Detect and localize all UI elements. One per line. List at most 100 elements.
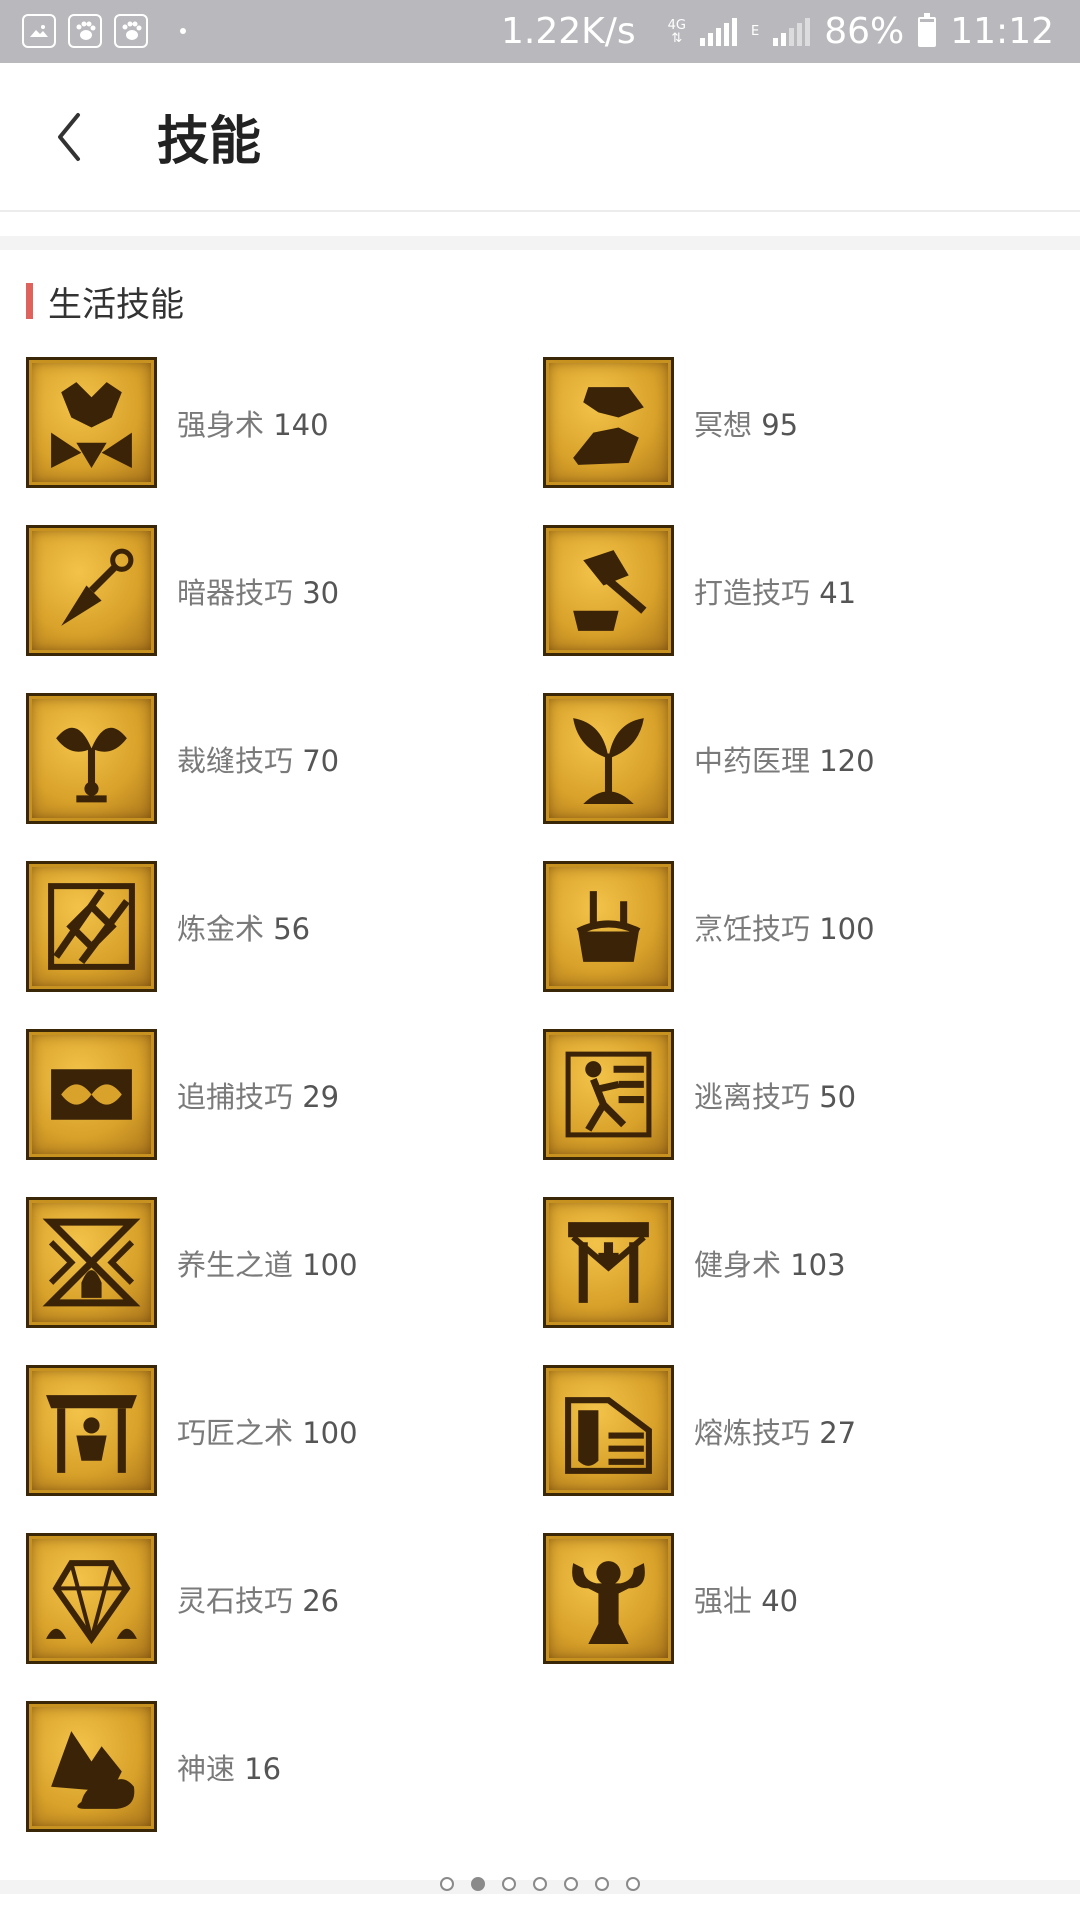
skill-level: 29: [302, 1079, 340, 1114]
cloud-speed-icon: [26, 1701, 157, 1832]
skill-item[interactable]: 烹饪技巧 100: [543, 861, 1060, 992]
chain-icon: [26, 1029, 157, 1160]
herb-sprout-icon: [543, 693, 674, 824]
skill-level: 140: [273, 407, 329, 442]
skill-item[interactable]: 强身术 140: [26, 357, 543, 488]
skill-label: 巧匠之术 100: [177, 1410, 358, 1452]
skill-item[interactable]: 暗器技巧 30: [26, 525, 543, 656]
skill-label: 健身术 103: [694, 1242, 846, 1284]
skills-grid: 强身术 140 冥想 95 暗器技巧 30 打造技巧 41 裁缝技巧 70 中药医理 12…: [26, 357, 1060, 1832]
app-header: 技能: [0, 63, 1080, 211]
more-notifications-dot: [180, 28, 186, 34]
page-dot[interactable]: [440, 1877, 454, 1891]
skill-label: 中药医理 120: [694, 738, 875, 780]
skill-name: 强壮: [694, 1583, 753, 1618]
skill-label: 打造技巧 41: [694, 570, 856, 612]
skill-name: 健身术: [694, 1247, 782, 1282]
skill-item[interactable]: 炼金术 56: [26, 861, 543, 992]
skill-label: 神速 16: [177, 1746, 281, 1788]
page-indicator: [0, 1877, 1080, 1891]
skill-label: 裁缝技巧 70: [177, 738, 339, 780]
skill-level: 16: [244, 1751, 282, 1786]
secondary-network-label: E: [751, 24, 760, 39]
skill-name: 熔炼技巧: [694, 1415, 811, 1450]
skill-label: 灵石技巧 26: [177, 1578, 339, 1620]
skill-name: 追捕技巧: [177, 1079, 294, 1114]
page-dot[interactable]: [533, 1877, 547, 1891]
chevron-left-icon: [58, 113, 80, 161]
skill-item[interactable]: 强壮 40: [543, 1533, 1060, 1664]
skill-item[interactable]: 熔炼技巧 27: [543, 1365, 1060, 1496]
skill-item[interactable]: 冥想 95: [543, 357, 1060, 488]
skill-item[interactable]: 灵石技巧 26: [26, 1533, 543, 1664]
status-bar: 1.22K/s 4G ⇅ E 86% 11:12: [0, 0, 1080, 63]
skill-item[interactable]: 巧匠之术 100: [26, 1365, 543, 1496]
dart-icon: [26, 525, 157, 656]
status-indicators: 1.22K/s 4G ⇅ E 86% 11:12: [501, 0, 1054, 63]
hammer-anvil-icon: [543, 525, 674, 656]
skill-name: 裁缝技巧: [177, 743, 294, 778]
page-dot[interactable]: [626, 1877, 640, 1891]
skill-name: 中药医理: [694, 743, 811, 778]
skill-name: 炼金术: [177, 911, 265, 946]
skill-name: 巧匠之术: [177, 1415, 294, 1450]
skill-item[interactable]: 打造技巧 41: [543, 525, 1060, 656]
skill-level: 41: [819, 575, 857, 610]
skill-name: 神速: [177, 1751, 236, 1786]
wellness-emblem-icon: [26, 1197, 157, 1328]
skill-level: 103: [790, 1247, 846, 1282]
muscle-emblem-icon: [26, 357, 157, 488]
gallery-icon: [22, 14, 56, 48]
skill-item[interactable]: 神速 16: [26, 1701, 543, 1832]
fitness-emblem-icon: [543, 1197, 674, 1328]
skill-name: 暗器技巧: [177, 575, 294, 610]
skill-name: 逃离技巧: [694, 1079, 811, 1114]
skill-item[interactable]: 健身术 103: [543, 1197, 1060, 1328]
section-header: 生活技能: [26, 278, 184, 325]
skill-label: 冥想 95: [694, 402, 798, 444]
skill-item[interactable]: 裁缝技巧 70: [26, 693, 543, 824]
skill-label: 逃离技巧 50: [694, 1074, 856, 1116]
skill-item[interactable]: 逃离技巧 50: [543, 1029, 1060, 1160]
baidu-paw-icon: [114, 14, 148, 48]
skill-item[interactable]: 养生之道 100: [26, 1197, 543, 1328]
alchemy-icon: [26, 861, 157, 992]
skill-name: 强身术: [177, 407, 265, 442]
skill-label: 暗器技巧 30: [177, 570, 339, 612]
section-accent-bar: [26, 283, 33, 319]
clock: 11:12: [950, 11, 1054, 52]
skill-level: 26: [302, 1583, 340, 1618]
skill-label: 养生之道 100: [177, 1242, 358, 1284]
skill-level: 100: [302, 1247, 358, 1282]
signal-icon: [773, 17, 811, 46]
skill-label: 强身术 140: [177, 402, 329, 444]
skill-level: 120: [819, 743, 875, 778]
skill-name: 打造技巧: [694, 575, 811, 610]
skill-name: 养生之道: [177, 1247, 294, 1282]
strongman-icon: [543, 1533, 674, 1664]
section-title: 生活技能: [48, 284, 184, 325]
page-dot[interactable]: [595, 1877, 609, 1891]
skill-level: 27: [819, 1415, 857, 1450]
page-title: 技能: [157, 112, 262, 172]
running-man-icon: [543, 1029, 674, 1160]
page-dot[interactable]: [471, 1877, 485, 1891]
meditation-icon: [543, 357, 674, 488]
skill-label: 炼金术 56: [177, 906, 310, 948]
workshop-icon: [26, 1365, 157, 1496]
skill-item[interactable]: 中药医理 120: [543, 693, 1060, 824]
skill-level: 95: [761, 407, 799, 442]
skill-item[interactable]: 追捕技巧 29: [26, 1029, 543, 1160]
gemstone-icon: [26, 1533, 157, 1664]
page-dot[interactable]: [502, 1877, 516, 1891]
skill-level: 50: [819, 1079, 857, 1114]
header-divider: [0, 210, 1080, 212]
skill-name: 烹饪技巧: [694, 911, 811, 946]
baidu-paw-icon: [68, 14, 102, 48]
skill-label: 烹饪技巧 100: [694, 906, 875, 948]
skill-name: 灵石技巧: [177, 1583, 294, 1618]
scissors-icon: [26, 693, 157, 824]
skill-label: 熔炼技巧 27: [694, 1410, 856, 1452]
page-dot[interactable]: [564, 1877, 578, 1891]
back-button[interactable]: [50, 107, 90, 167]
